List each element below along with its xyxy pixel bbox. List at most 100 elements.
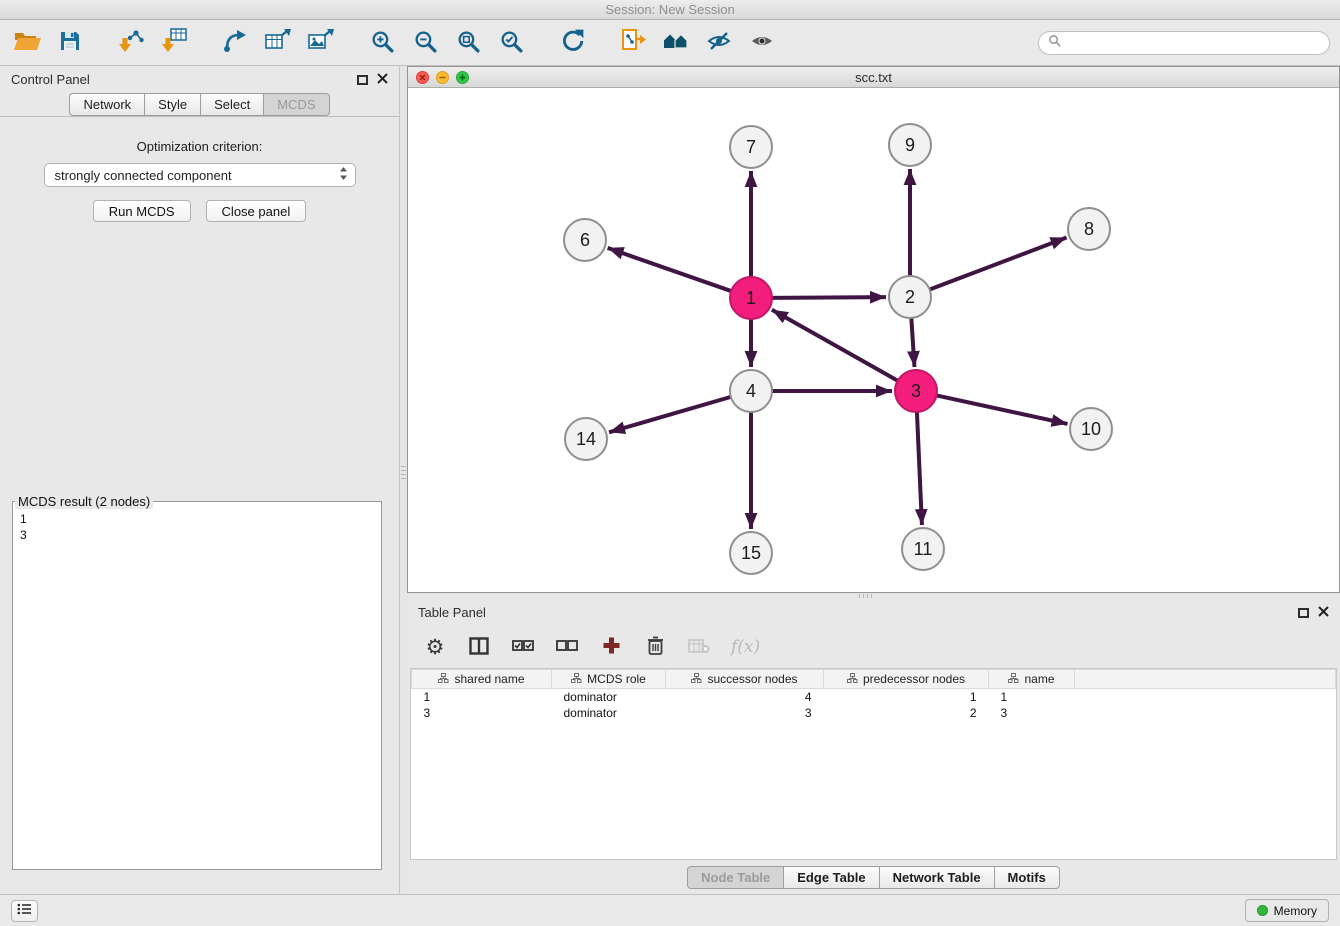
table-tab-edge-table[interactable]: Edge Table	[783, 866, 878, 889]
deselect-all-columns-button[interactable]	[555, 632, 579, 662]
network-canvas[interactable]: 7 9 6 8 1 2 4 3 14 10 15 11	[408, 88, 1339, 592]
column-header-shared-name[interactable]: shared name	[412, 670, 552, 689]
close-panel-button[interactable]: Close panel	[206, 200, 307, 222]
columns-icon	[469, 637, 489, 658]
edge-3-1[interactable]	[772, 310, 898, 381]
cell-shared-name[interactable]: 1	[412, 689, 552, 705]
column-layout-button[interactable]	[467, 632, 491, 662]
export-table-button[interactable]	[259, 24, 297, 62]
close-window-icon[interactable]	[416, 71, 429, 84]
save-session-button[interactable]	[51, 24, 89, 62]
copy-network-button[interactable]	[614, 24, 652, 62]
open-session-button[interactable]	[8, 24, 46, 62]
svg-text:8: 8	[1084, 219, 1094, 239]
vertical-splitter[interactable]	[400, 66, 407, 894]
table-tab-node-table[interactable]: Node Table	[687, 866, 783, 889]
maximize-window-icon[interactable]	[456, 71, 469, 84]
network-graph[interactable]: 7 9 6 8 1 2 4 3 14 10 15 11	[408, 88, 1339, 592]
close-panel-icon[interactable]	[1318, 605, 1329, 620]
memory-button[interactable]: Memory	[1245, 899, 1329, 922]
main-content: Control Panel NetworkStyleSelectMCDS Opt…	[0, 66, 1340, 894]
tab-mcds[interactable]: MCDS	[263, 93, 329, 116]
mcds-result-line: 1	[20, 511, 374, 527]
table-tab-network-table[interactable]: Network Table	[879, 866, 994, 889]
zoom-fit-button[interactable]	[449, 24, 487, 62]
cell-name[interactable]: 1	[989, 689, 1075, 705]
function-builder-button[interactable]: f(x)	[731, 632, 760, 662]
edge-1-6[interactable]	[608, 248, 732, 291]
hide-selected-button[interactable]	[700, 24, 738, 62]
node-2[interactable]: 2	[889, 276, 931, 318]
node-8[interactable]: 8	[1068, 208, 1110, 250]
float-panel-icon[interactable]	[1298, 608, 1309, 618]
float-panel-icon[interactable]	[357, 75, 368, 85]
column-header-name[interactable]: name	[989, 670, 1075, 689]
table-row[interactable]: 3dominator323	[412, 705, 1336, 721]
table-row[interactable]: 1dominator411	[412, 689, 1336, 705]
close-panel-icon[interactable]	[377, 72, 388, 87]
export-image-button[interactable]	[302, 24, 340, 62]
task-history-button[interactable]	[11, 900, 38, 922]
cell-mcds-role[interactable]: dominator	[552, 689, 666, 705]
select-all-columns-button[interactable]	[511, 632, 535, 662]
run-mcds-button[interactable]: Run MCDS	[93, 200, 191, 222]
column-header-predecessor-nodes[interactable]: predecessor nodes	[824, 670, 989, 689]
horizontal-splitter[interactable]	[407, 593, 1340, 599]
table-delete-icon	[688, 638, 710, 657]
cell-mcds-role[interactable]: dominator	[552, 705, 666, 721]
tab-network[interactable]: Network	[69, 93, 144, 116]
table-settings-button[interactable]: ⚙	[423, 632, 447, 662]
table-tab-motifs[interactable]: Motifs	[994, 866, 1060, 889]
show-all-button[interactable]	[743, 24, 781, 62]
search-input[interactable]	[1066, 35, 1320, 50]
node-11[interactable]: 11	[902, 528, 944, 570]
edge-3-10[interactable]	[937, 395, 1068, 423]
zoom-out-button[interactable]	[406, 24, 444, 62]
apply-layout-button[interactable]	[553, 24, 591, 62]
houses-button[interactable]	[657, 24, 695, 62]
node-15[interactable]: 15	[730, 532, 772, 574]
cell-predecessor-nodes[interactable]: 2	[824, 705, 989, 721]
import-table-button[interactable]	[155, 24, 193, 62]
node-14[interactable]: 14	[565, 418, 607, 460]
edge-2-3[interactable]	[911, 318, 914, 367]
minimize-window-icon[interactable]	[436, 71, 449, 84]
mcds-result-title: MCDS result (2 nodes)	[15, 494, 153, 509]
import-network-button[interactable]	[112, 24, 150, 62]
edge-4-14[interactable]	[609, 397, 731, 432]
node-table: shared nameMCDS rolesuccessor nodesprede…	[410, 668, 1337, 860]
select-stepper-icon	[339, 166, 348, 184]
network-window-titlebar: scc.txt	[408, 67, 1339, 88]
node-10[interactable]: 10	[1070, 408, 1112, 450]
node-6[interactable]: 6	[564, 219, 606, 261]
export-network-button[interactable]	[216, 24, 254, 62]
optimization-select[interactable]: strongly connected component	[44, 163, 356, 187]
tab-select[interactable]: Select	[200, 93, 263, 116]
delete-column-button[interactable]	[643, 632, 667, 662]
import-table-icon	[160, 27, 188, 58]
edge-3-11[interactable]	[917, 412, 922, 525]
node-7[interactable]: 7	[730, 126, 772, 168]
tab-style[interactable]: Style	[144, 93, 200, 116]
edge-1-2[interactable]	[772, 297, 886, 298]
add-column-button[interactable]	[599, 632, 623, 662]
eye-slash-icon	[706, 29, 732, 56]
column-header-mcds-role[interactable]: MCDS role	[552, 670, 666, 689]
node-4[interactable]: 4	[730, 370, 772, 412]
splitter-grip	[859, 594, 875, 598]
cell-predecessor-nodes[interactable]: 1	[824, 689, 989, 705]
node-9[interactable]: 9	[889, 124, 931, 166]
edge-2-8[interactable]	[930, 238, 1067, 290]
cell-shared-name[interactable]: 3	[412, 705, 552, 721]
zoom-selected-button[interactable]	[492, 24, 530, 62]
zoom-in-button[interactable]	[363, 24, 401, 62]
node-1[interactable]: 1	[730, 277, 772, 319]
column-header-successor-nodes[interactable]: successor nodes	[666, 670, 824, 689]
control-panel-header: Control Panel	[0, 66, 399, 93]
cell-successor-nodes[interactable]: 3	[666, 705, 824, 721]
cell-name[interactable]: 3	[989, 705, 1075, 721]
table-panel-tabs: Node TableEdge TableNetwork TableMotifs	[407, 860, 1340, 894]
cell-successor-nodes[interactable]: 4	[666, 689, 824, 705]
node-3[interactable]: 3	[895, 370, 937, 412]
delete-table-button[interactable]	[687, 632, 711, 662]
